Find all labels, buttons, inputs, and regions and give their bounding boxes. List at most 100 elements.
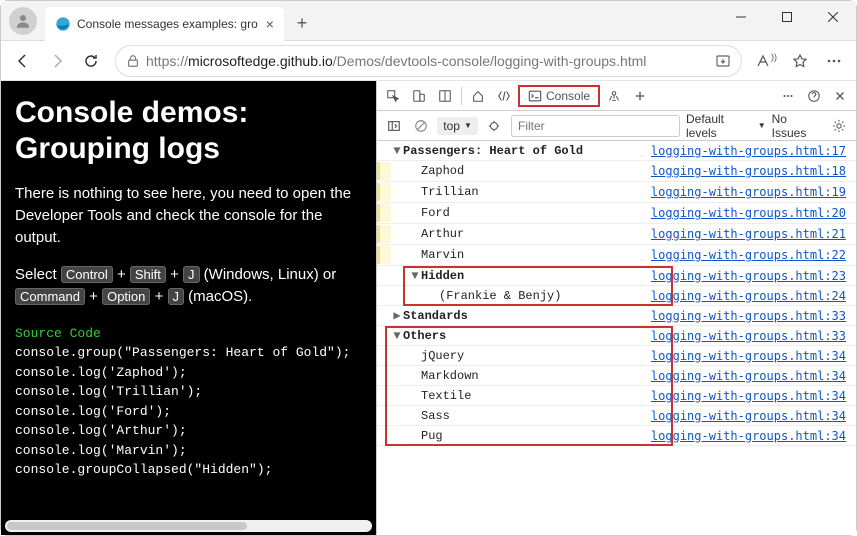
dock-icon[interactable] <box>433 84 457 108</box>
console-log-row: Textilelogging-with-groups.html:34 <box>377 386 856 406</box>
more-button[interactable] <box>818 45 850 77</box>
close-button[interactable] <box>810 1 856 33</box>
console-log-row: jQuerylogging-with-groups.html:34 <box>377 346 856 366</box>
group-toggle-icon[interactable]: ▼ <box>391 329 403 343</box>
log-levels-selector[interactable]: Default levels▼ <box>686 112 766 140</box>
kbd-option: Option <box>102 288 150 305</box>
source-link[interactable]: logging-with-groups.html:21 <box>651 227 852 241</box>
log-message: Arthur <box>421 227 651 241</box>
source-link[interactable]: logging-with-groups.html:34 <box>651 389 852 403</box>
source-link[interactable]: logging-with-groups.html:24 <box>651 289 852 303</box>
browser-toolbar: https://microsoftedge.github.io/Demos/de… <box>1 41 856 81</box>
console-log-row: Fordlogging-with-groups.html:20 <box>377 203 856 224</box>
source-link[interactable]: logging-with-groups.html:34 <box>651 409 852 423</box>
source-link[interactable]: logging-with-groups.html:17 <box>651 144 852 158</box>
console-output[interactable]: ▼Passengers: Heart of Goldlogging-with-g… <box>377 141 856 535</box>
console-tab-label: Console <box>546 89 590 103</box>
scrollbar-thumb[interactable] <box>7 522 247 530</box>
more-tabs-button[interactable] <box>628 84 652 108</box>
log-message: Textile <box>421 389 651 403</box>
address-bar[interactable]: https://microsoftedge.github.io/Demos/de… <box>115 45 742 77</box>
live-expression-button[interactable] <box>484 115 505 137</box>
devtools-more-icon[interactable] <box>776 84 800 108</box>
console-settings-button[interactable] <box>829 115 850 137</box>
console-log-row: Sasslogging-with-groups.html:34 <box>377 406 856 426</box>
titlebar: Console messages examples: gro × + <box>1 1 856 41</box>
source-link[interactable]: logging-with-groups.html:34 <box>651 349 852 363</box>
log-message: Ford <box>421 206 651 220</box>
log-message: Others <box>403 329 651 343</box>
device-icon[interactable] <box>407 84 431 108</box>
source-code-block: Source Code console.group("Passengers: H… <box>15 324 362 480</box>
page-heading: Console demos: Grouping logs <box>15 95 362 167</box>
sources-tab-icon[interactable] <box>602 84 626 108</box>
kbd-j: J <box>183 266 200 283</box>
no-issues-label[interactable]: No Issues <box>772 112 823 140</box>
source-link[interactable]: logging-with-groups.html:33 <box>651 329 852 343</box>
favorites-button[interactable] <box>784 45 816 77</box>
log-gutter <box>377 162 391 180</box>
log-message: jQuery <box>421 349 651 363</box>
log-message: Passengers: Heart of Gold <box>403 144 651 158</box>
group-toggle-icon[interactable]: ▼ <box>391 144 403 158</box>
tab-close-button[interactable]: × <box>266 16 274 32</box>
log-gutter <box>377 246 391 264</box>
back-button[interactable] <box>7 45 39 77</box>
console-log-row: Marvinlogging-with-groups.html:22 <box>377 245 856 266</box>
page-paragraph-2: Select Control + Shift + J (Windows, Lin… <box>15 264 362 308</box>
minimize-button[interactable] <box>718 1 764 33</box>
elements-tab-icon[interactable] <box>492 84 516 108</box>
help-icon[interactable] <box>802 84 826 108</box>
source-link[interactable]: logging-with-groups.html:22 <box>651 248 852 262</box>
group-toggle-icon[interactable]: ▶ <box>391 308 403 323</box>
code-line: console.log('Zaphod'); <box>15 363 362 383</box>
source-link[interactable]: logging-with-groups.html:34 <box>651 429 852 443</box>
maximize-button[interactable] <box>764 1 810 33</box>
console-controls: top▼ Default levels▼ No Issues <box>377 111 856 141</box>
horizontal-scrollbar[interactable] <box>5 520 372 532</box>
devtools-close-button[interactable] <box>828 84 852 108</box>
source-link[interactable]: logging-with-groups.html:18 <box>651 164 852 178</box>
source-link[interactable]: logging-with-groups.html:33 <box>651 309 852 323</box>
profile-button[interactable] <box>9 7 37 35</box>
console-icon <box>528 89 542 103</box>
read-aloud-button[interactable]: )) <box>750 45 782 77</box>
page-content: Console demos: Grouping logs There is no… <box>1 81 376 535</box>
source-link[interactable]: logging-with-groups.html:34 <box>651 369 852 383</box>
group-toggle-icon[interactable]: ▼ <box>409 269 421 283</box>
page-paragraph-1: There is nothing to see here, you need t… <box>15 183 362 248</box>
welcome-tab-icon[interactable] <box>466 84 490 108</box>
new-tab-button[interactable]: + <box>288 9 316 37</box>
console-log-row: Markdownlogging-with-groups.html:34 <box>377 366 856 386</box>
console-log-row: Puglogging-with-groups.html:34 <box>377 426 856 446</box>
console-log-row: Zaphodlogging-with-groups.html:18 <box>377 161 856 182</box>
url-text: https://microsoftedge.github.io/Demos/de… <box>146 53 709 69</box>
code-line: console.group("Passengers: Heart of Gold… <box>15 343 362 363</box>
console-log-row: (Frankie & Benjy)logging-with-groups.htm… <box>377 286 856 306</box>
log-gutter <box>377 204 391 222</box>
app-available-icon[interactable] <box>715 53 731 69</box>
toggle-sidebar-button[interactable] <box>383 115 404 137</box>
console-group-header: ▼Otherslogging-with-groups.html:33 <box>377 326 856 346</box>
refresh-button[interactable] <box>75 45 107 77</box>
source-link[interactable]: logging-with-groups.html:23 <box>651 269 852 283</box>
log-message: Pug <box>421 429 651 443</box>
context-selector[interactable]: top▼ <box>437 117 478 135</box>
source-code-label: Source Code <box>15 324 362 344</box>
console-log-row: Trillianlogging-with-groups.html:19 <box>377 182 856 203</box>
source-link[interactable]: logging-with-groups.html:19 <box>651 185 852 199</box>
edge-icon <box>55 16 71 32</box>
devtools-tabs: Console <box>377 81 856 111</box>
clear-console-button[interactable] <box>410 115 431 137</box>
browser-tab[interactable]: Console messages examples: gro × <box>45 7 284 41</box>
console-tab[interactable]: Console <box>518 85 600 107</box>
inspect-icon[interactable] <box>381 84 405 108</box>
log-message: Marvin <box>421 248 651 262</box>
code-line: console.log('Marvin'); <box>15 441 362 461</box>
log-gutter <box>377 183 391 201</box>
filter-input[interactable] <box>511 115 680 137</box>
log-message: Sass <box>421 409 651 423</box>
code-line: console.groupCollapsed("Hidden"); <box>15 460 362 480</box>
source-link[interactable]: logging-with-groups.html:20 <box>651 206 852 220</box>
forward-button[interactable] <box>41 45 73 77</box>
